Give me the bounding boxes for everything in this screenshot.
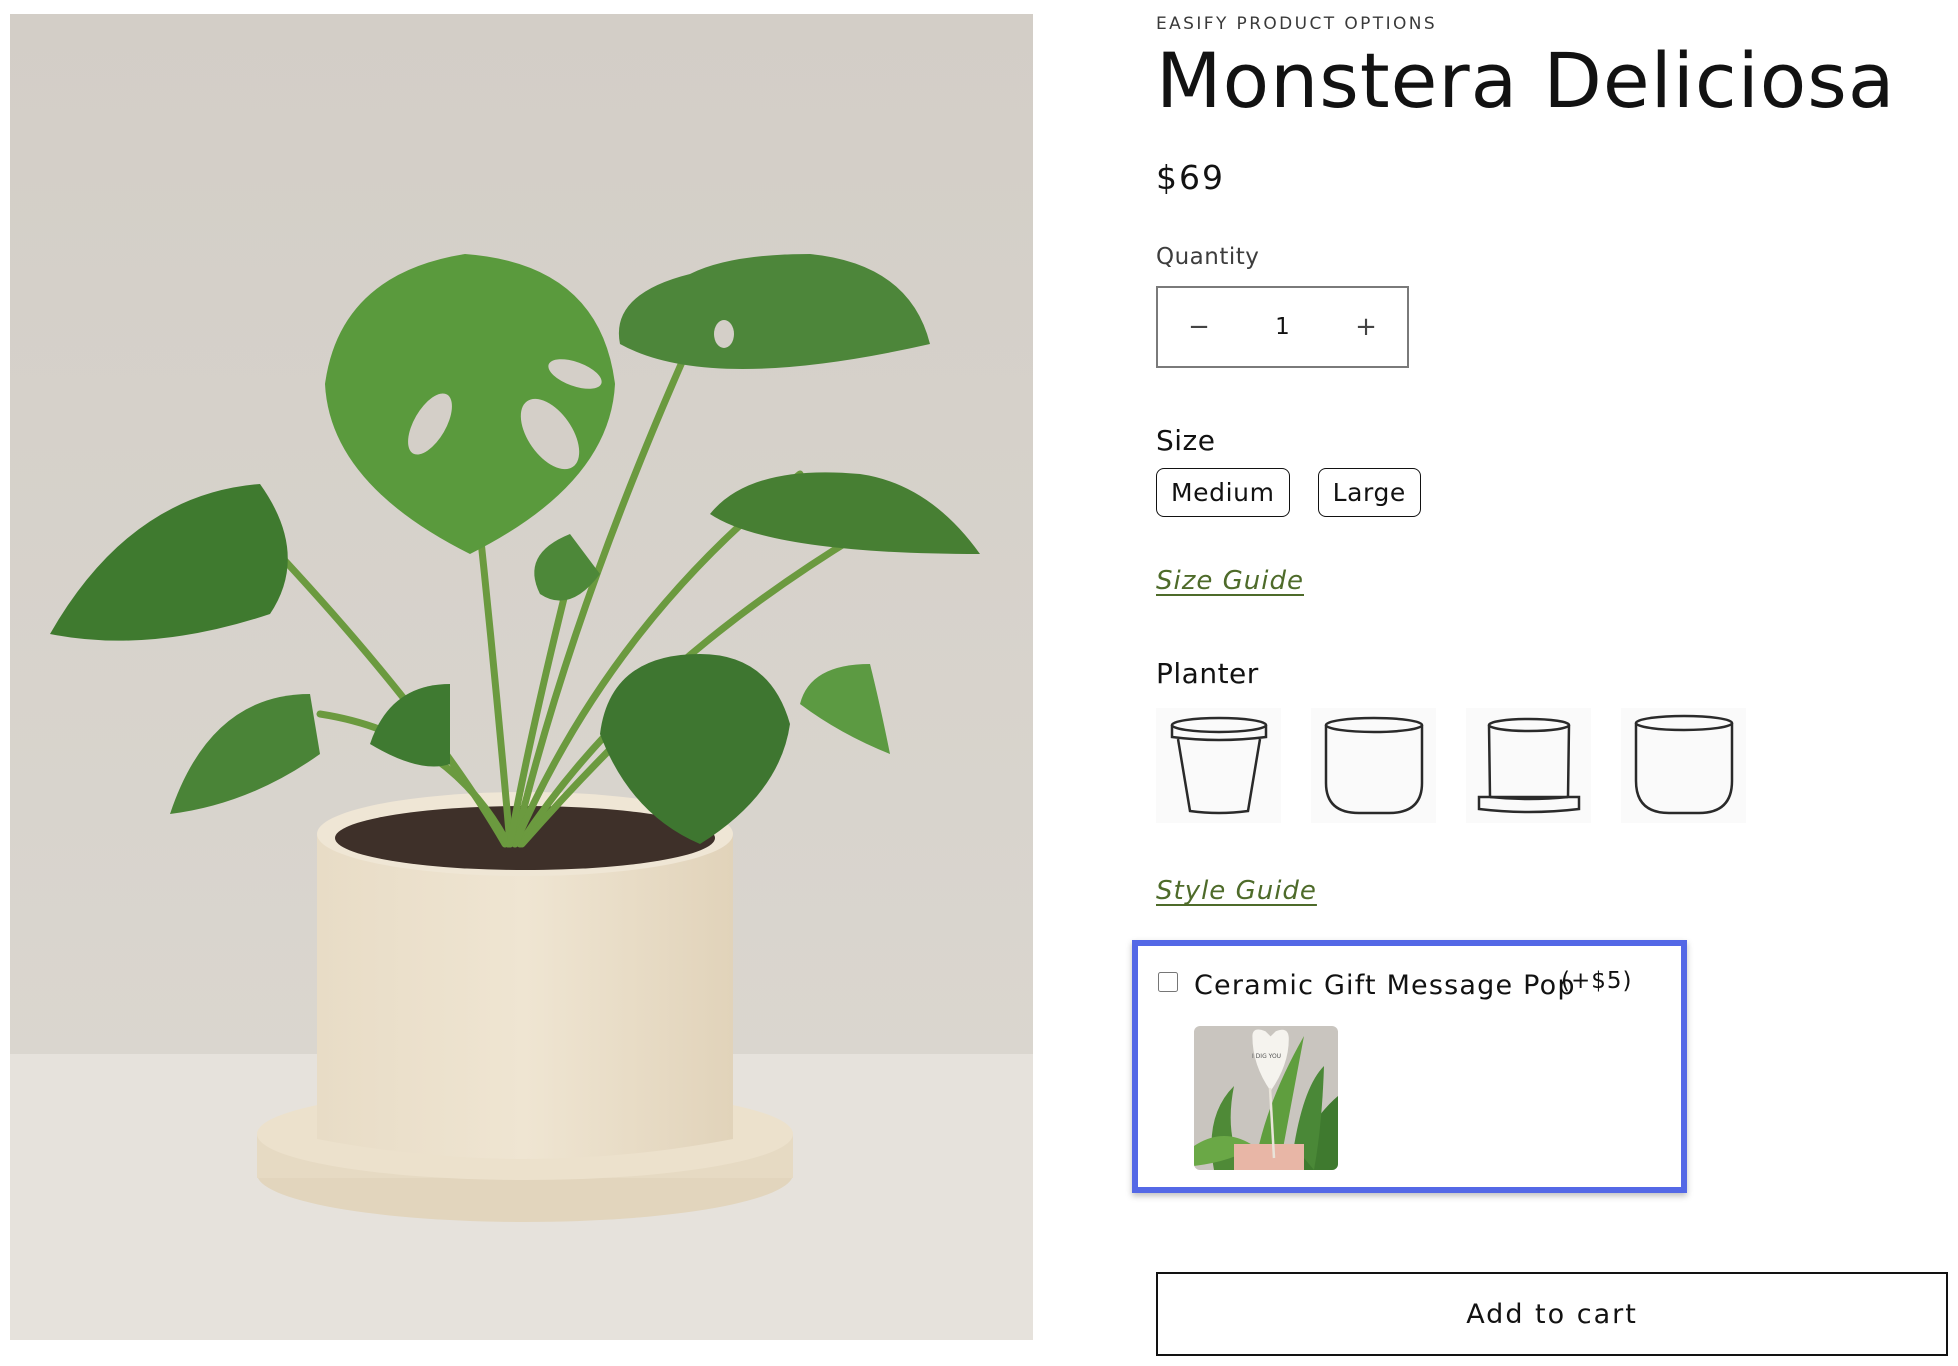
gift-pop-text: I DIG YOU: [1252, 1053, 1281, 1060]
pot-with-saucer-icon: [1477, 717, 1580, 813]
style-guide-link[interactable]: Style Guide: [1156, 876, 1317, 906]
planter-label: Planter: [1156, 657, 1259, 690]
tapered-pot-icon: [1170, 716, 1267, 814]
vendor-label: EASIFY PRODUCT OPTIONS: [1156, 14, 1438, 34]
size-options: Medium Large: [1156, 468, 1421, 517]
product-image: [10, 14, 1033, 1340]
rounded-pot-icon: [1634, 714, 1733, 814]
gift-addon-price: (+$5): [1561, 968, 1633, 994]
product-price: $69: [1156, 158, 1225, 197]
monstera-plant-photo: [10, 14, 1033, 1340]
gift-addon-option: Ceramic Gift Message Pop (+$5) I DIG YOU: [1132, 940, 1687, 1193]
gift-message-pop-photo: I DIG YOU: [1194, 1026, 1338, 1170]
planter-options: [1156, 708, 1746, 823]
planter-option-4[interactable]: [1621, 708, 1746, 823]
gift-addon-checkbox[interactable]: [1158, 972, 1178, 992]
planter-option-3[interactable]: [1466, 708, 1591, 823]
quantity-input[interactable]: [1240, 313, 1325, 341]
size-option-medium[interactable]: Medium: [1156, 468, 1290, 517]
size-guide-link[interactable]: Size Guide: [1156, 566, 1304, 596]
product-title: Monstera Deliciosa: [1156, 36, 1896, 125]
planter-option-1[interactable]: [1156, 708, 1281, 823]
add-to-cart-button[interactable]: Add to cart: [1156, 1272, 1948, 1356]
planter-option-2[interactable]: [1311, 708, 1436, 823]
rounded-pot-icon: [1324, 716, 1423, 814]
size-label: Size: [1156, 424, 1216, 457]
gift-addon-thumbnail: I DIG YOU: [1194, 1026, 1338, 1170]
increase-quantity-button[interactable]: +: [1325, 288, 1407, 366]
size-option-large[interactable]: Large: [1317, 468, 1421, 517]
gift-addon-label[interactable]: Ceramic Gift Message Pop: [1194, 970, 1576, 1001]
decrease-quantity-button[interactable]: −: [1158, 288, 1240, 366]
quantity-stepper: − +: [1156, 286, 1409, 368]
quantity-label: Quantity: [1156, 244, 1260, 270]
